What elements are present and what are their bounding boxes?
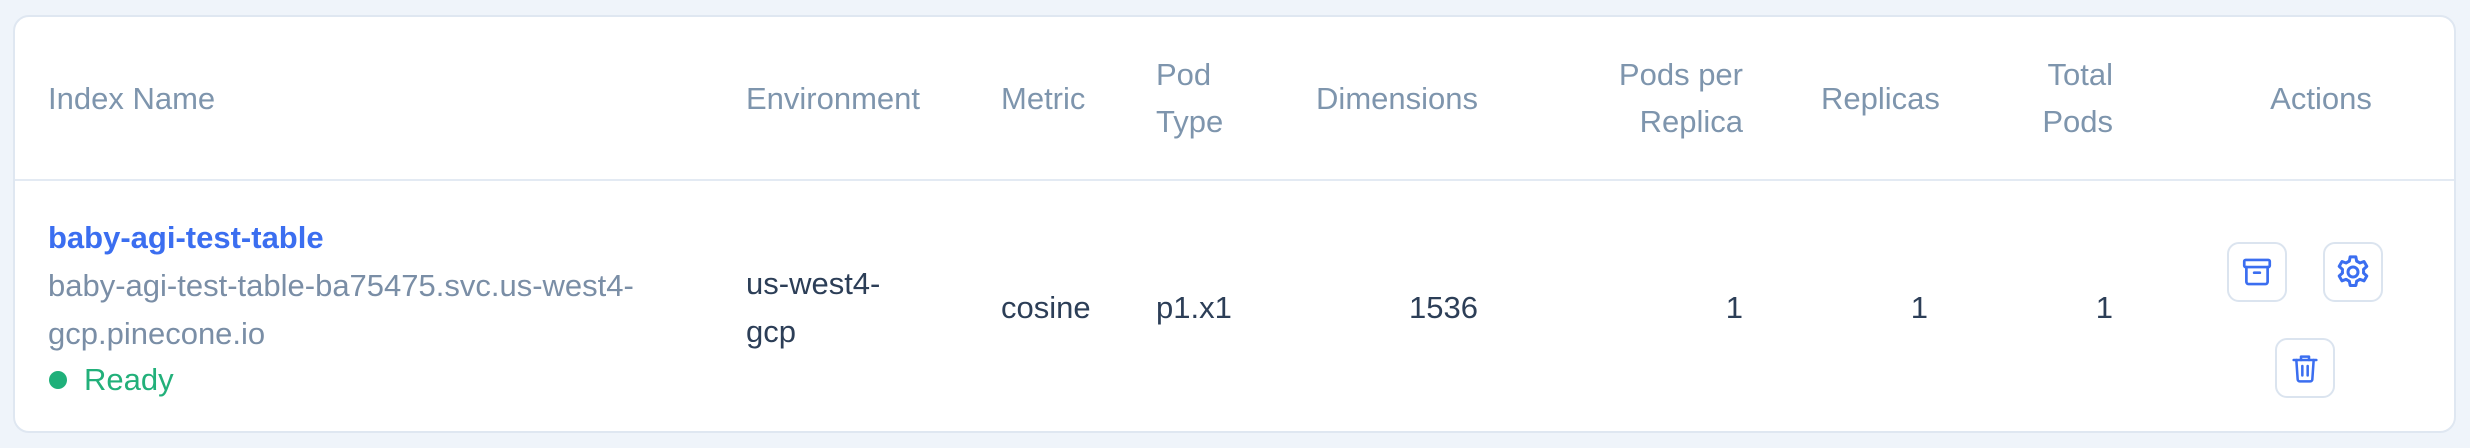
total-pods-value: 1 <box>2095 290 2113 325</box>
environment-cell: us-west4- gcp <box>746 181 881 431</box>
replicas-cell: 1 <box>1910 181 1928 431</box>
index-host: baby-agi-test-table-ba75475.svc.us-west4… <box>48 262 688 358</box>
trash-icon <box>2292 355 2318 383</box>
settings-button[interactable] <box>2323 242 2383 302</box>
table-header-row: Index Name Environment Metric Pod Type D… <box>15 17 2454 181</box>
pod-type-value: p1.x1 <box>1156 290 1232 325</box>
column-header-actions: Actions <box>2236 17 2406 179</box>
status-badge: Ready <box>48 358 688 402</box>
column-header-label: Pods per <box>1618 57 1743 92</box>
archive-icon <box>2242 258 2272 286</box>
index-name-cell: baby-agi-test-table baby-agi-test-table-… <box>48 181 688 431</box>
column-header-replicas: Replicas <box>1821 17 1940 179</box>
pods-per-replica-cell: 1 <box>1725 181 1743 431</box>
pods-per-replica-value: 1 <box>1725 290 1743 325</box>
replicas-value: 1 <box>1910 290 1928 325</box>
column-header-label: Type <box>1156 104 1224 139</box>
column-header-dimensions: Dimensions <box>1316 17 1478 179</box>
column-header-label: Index Name <box>48 80 216 116</box>
gear-icon <box>2337 255 2369 287</box>
environment-value: gcp <box>746 314 796 349</box>
column-header-label: Actions <box>2270 80 2372 116</box>
index-host-line: gcp.pinecone.io <box>48 316 266 351</box>
column-header-label: Replicas <box>1821 80 1940 116</box>
column-header-total-pods: Total Pods <box>2042 17 2113 179</box>
pod-type-cell: p1.x1 <box>1156 181 1232 431</box>
table-row: baby-agi-test-table baby-agi-test-table-… <box>15 181 2454 431</box>
environment-value: us-west4- <box>746 266 881 301</box>
column-header-label: Pod <box>1156 57 1212 92</box>
column-header-label: Metric <box>1001 80 1086 116</box>
column-header-label: Environment <box>746 80 921 116</box>
dimensions-cell: 1536 <box>1409 181 1478 431</box>
column-header-label: Total <box>2047 57 2113 92</box>
column-header-label: Dimensions <box>1316 80 1478 116</box>
archive-button[interactable] <box>2227 242 2287 302</box>
index-host-line: baby-agi-test-table-ba75475.svc.us-west4… <box>48 268 634 303</box>
column-header-index-name: Index Name <box>48 17 215 179</box>
indexes-table: Index Name Environment Metric Pod Type D… <box>13 15 2456 433</box>
index-name-link[interactable]: baby-agi-test-table <box>48 214 688 262</box>
metric-value: cosine <box>1001 290 1091 325</box>
metric-cell: cosine <box>1001 181 1091 431</box>
dimensions-value: 1536 <box>1409 290 1478 325</box>
status-dot-icon <box>49 371 67 389</box>
delete-button[interactable] <box>2275 338 2335 398</box>
column-header-metric: Metric <box>1001 17 1085 179</box>
column-header-pods-per-replica: Pods per Replica <box>1619 17 1743 179</box>
total-pods-cell: 1 <box>2095 181 2113 431</box>
column-header-pod-type: Pod Type <box>1156 17 1223 179</box>
column-header-environment: Environment <box>746 17 920 179</box>
column-header-label: Replica <box>1639 104 1743 139</box>
column-header-label: Pods <box>2042 104 2113 139</box>
status-label: Ready <box>84 362 174 397</box>
